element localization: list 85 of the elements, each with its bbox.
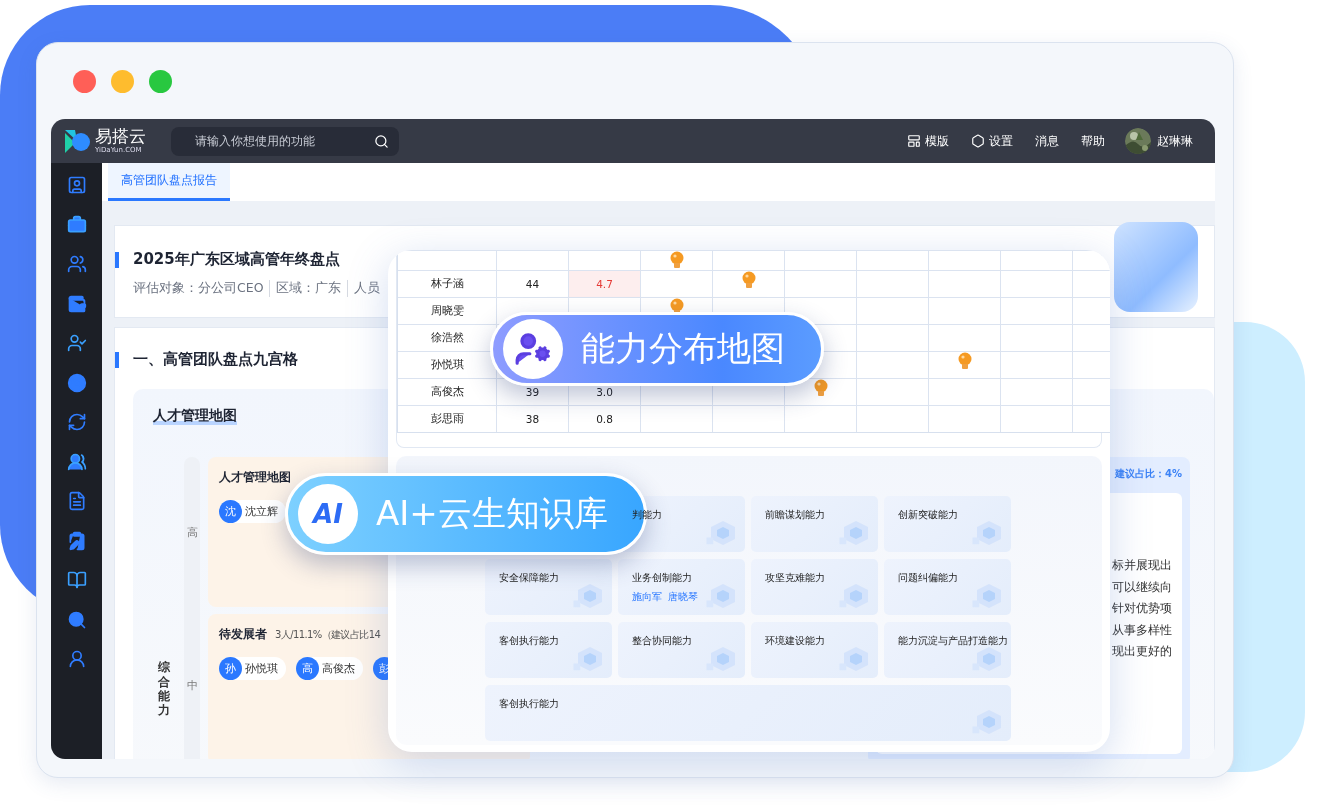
report-title: 2025年广东区域高管年终盘点 <box>133 250 340 269</box>
user-name[interactable]: 赵琳琳 <box>1157 132 1193 150</box>
cell-title: 人才管理地图 <box>219 469 291 486</box>
ability-label: 客创执行能力 <box>499 634 560 648</box>
bulb-icon <box>669 251 684 270</box>
ability-card[interactable]: 客创执行能力 <box>485 622 612 678</box>
ability-card[interactable]: 能力沉淀与产品打造能力 <box>884 622 1011 678</box>
ai-logo: AI <box>313 499 343 529</box>
table-cell: 高俊杰 <box>398 378 497 405</box>
ability-label: 环境建设能力 <box>765 634 826 648</box>
ability-card[interactable]: 安全保障能力 <box>485 559 612 615</box>
header-link[interactable]: 消息 <box>1035 132 1059 150</box>
badge-text: AI+云生知识库 <box>376 492 608 535</box>
users-icon[interactable] <box>66 451 87 472</box>
book-icon[interactable] <box>66 570 87 590</box>
search-icon <box>374 133 389 149</box>
ability-card[interactable]: 环境建设能力 <box>751 622 878 678</box>
table-cell: 4.7 <box>569 270 641 297</box>
ability-label: 攻坚克难能力 <box>765 571 826 585</box>
logo-icon <box>63 127 91 155</box>
axis-label: 综合能力 <box>157 660 170 718</box>
search-field[interactable]: 请输入你想使用的功能 <box>171 126 399 156</box>
table-cell: 林子涵 <box>398 270 497 297</box>
ability-label: 业务创制能力 <box>632 571 693 585</box>
ability-card[interactable]: 前瞻谋划能力 <box>751 496 878 552</box>
table-cell: 彭思雨 <box>398 405 497 432</box>
ability-label: 整合协同能力 <box>632 634 693 648</box>
ability-card[interactable]: 客创执行能力 <box>485 685 1011 741</box>
person-link[interactable]: 唐晓琴 <box>668 590 698 604</box>
ability-label: 安全保障能力 <box>499 571 560 585</box>
ability-label: 前瞻谋划能力 <box>765 508 826 522</box>
ability-card[interactable]: 业务创制能力 施向军 唐晓琴 <box>618 559 745 615</box>
user-check-icon[interactable] <box>66 333 87 353</box>
search-icon[interactable] <box>66 609 87 630</box>
level-label: 高 <box>186 524 198 540</box>
badge-text: 能力分布地图 <box>581 327 785 370</box>
ability-label: 客创执行能力 <box>499 697 560 711</box>
bulb-icon <box>957 352 972 371</box>
cell-title: 待发展者 <box>219 626 267 643</box>
person-chip[interactable]: 孙 孙悦琪 <box>219 657 286 680</box>
ability-label: 能力沉淀与产品打造能力 <box>898 634 1009 648</box>
table-cell: 周晓雯 <box>398 297 497 324</box>
header-link[interactable]: 设置 <box>971 132 1013 150</box>
tab[interactable]: 高管团队盘点报告 <box>108 163 230 201</box>
cell-note: 3人/11.1%（建议占比14 <box>275 628 381 642</box>
logo-text: 易搭云 <box>95 128 146 145</box>
meta-text: 人员 <box>347 280 387 297</box>
header-link[interactable]: 帮助 <box>1081 132 1105 150</box>
table-cell: 44 <box>497 270 569 297</box>
refresh-icon[interactable] <box>66 412 87 432</box>
ability-card[interactable]: 问题纠偏能力 <box>884 559 1011 615</box>
description-line: 针对优势项 <box>1112 600 1172 617</box>
window-control[interactable] <box>73 69 96 93</box>
description-line: 标并展现出 <box>1112 557 1172 574</box>
bulb-icon <box>813 379 828 398</box>
header-link[interactable]: 模版 <box>907 132 949 150</box>
panel-title: 人才管理地图 <box>153 407 237 425</box>
person-chip[interactable]: 高 高俊杰 <box>296 657 363 680</box>
person-link[interactable]: 施向军 <box>632 590 662 604</box>
table-cell: 0.8 <box>569 405 641 432</box>
ability-label: 问题纠偏能力 <box>898 571 959 585</box>
section-title: 一、高管团队盘点九宫格 <box>133 350 298 369</box>
table-cell <box>497 250 569 270</box>
user-icon[interactable] <box>66 649 87 669</box>
wallet-icon[interactable] <box>66 293 87 314</box>
group-icon[interactable] <box>66 254 87 274</box>
description-line: 可以继续向 <box>1112 578 1172 596</box>
ability-card[interactable]: 创新突破能力 <box>884 496 1011 552</box>
user-settings-icon <box>514 330 552 368</box>
ability-label: 创新突破能力 <box>898 508 959 522</box>
level-label: 中 <box>186 678 198 693</box>
ratio-text: 建议占比：4% <box>1113 467 1182 481</box>
meta-text: 区域：广东 <box>269 280 348 297</box>
ability-card[interactable]: 攻坚克难能力 <box>751 559 878 615</box>
meta-text: 评估对象：分公司CEO <box>133 280 265 297</box>
settings-icon <box>971 134 985 148</box>
bulb-icon <box>741 271 756 290</box>
contact-card-icon[interactable] <box>66 175 87 195</box>
person-chip[interactable]: 沈 沈立辉 <box>219 500 286 523</box>
ability-card[interactable]: 整合协同能力 <box>618 622 745 678</box>
template-icon <box>907 134 921 148</box>
description-line: 从事多样性 <box>1112 621 1172 639</box>
description-line: 现出更好的 <box>1112 643 1172 660</box>
table-cell: 38 <box>497 405 569 432</box>
briefcase-icon[interactable] <box>66 214 87 235</box>
